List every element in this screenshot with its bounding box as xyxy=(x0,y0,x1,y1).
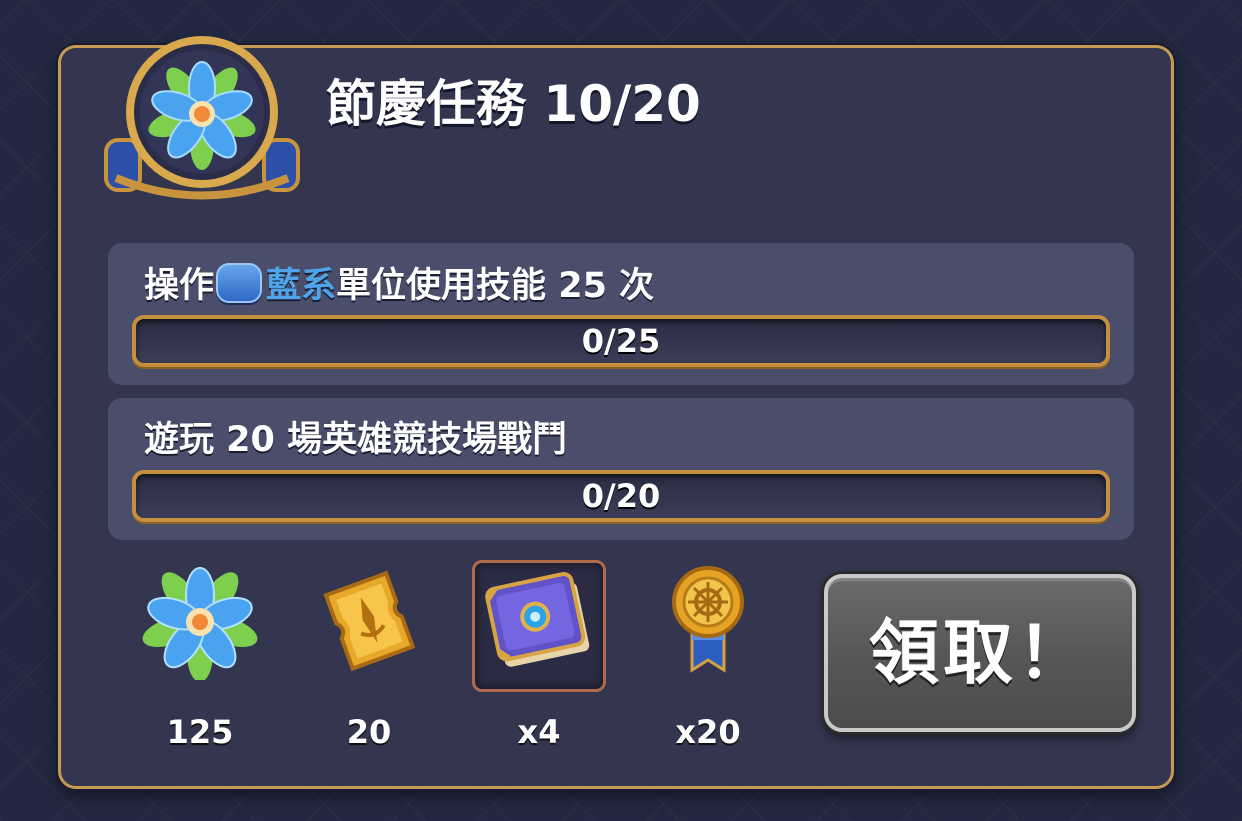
blue-flower-icon xyxy=(142,567,258,682)
reward-count: x20 xyxy=(675,713,741,751)
reward-item: 125 xyxy=(130,560,270,751)
reward-item: x20 xyxy=(638,560,778,751)
quest-row: 操作 藍系單位使用技能 25 次 0/25 xyxy=(108,243,1134,385)
spell-book-icon xyxy=(485,572,590,667)
claim-button-label: 領取！ xyxy=(869,612,1091,694)
reward-item: x4 xyxy=(469,560,609,751)
quest-progress-bar: 0/25 xyxy=(132,315,1110,367)
quest-row: 遊玩 20 場英雄競技場戰鬥 0/20 xyxy=(108,398,1134,540)
progress-text: 0/25 xyxy=(581,322,661,360)
reward-count: x4 xyxy=(517,713,561,751)
quest-text-prefix: 操作 xyxy=(144,266,215,306)
quest-progress-bar: 0/20 xyxy=(132,470,1110,522)
reward-count: 125 xyxy=(166,713,234,751)
blue-faction-icon xyxy=(216,263,263,303)
gold-medal-icon xyxy=(672,566,744,673)
claim-button[interactable]: 領取！ xyxy=(824,574,1136,732)
progress-text: 0/20 xyxy=(581,477,661,515)
quest-description: 操作 藍系單位使用技能 25 次 xyxy=(144,259,654,311)
reward-item: 20 xyxy=(299,560,439,751)
quest-highlight-word: 藍系 xyxy=(266,266,337,306)
reward-count: 20 xyxy=(346,713,392,751)
page-title: 節慶任務 10/20 xyxy=(326,75,701,133)
quest-description: 遊玩 20 場英雄競技場戰鬥 xyxy=(144,420,568,460)
gold-ticket-icon xyxy=(323,570,416,672)
quest-text-suffix: 單位使用技能 25 次 xyxy=(336,266,655,306)
festival-flower-emblem-icon xyxy=(104,36,300,200)
